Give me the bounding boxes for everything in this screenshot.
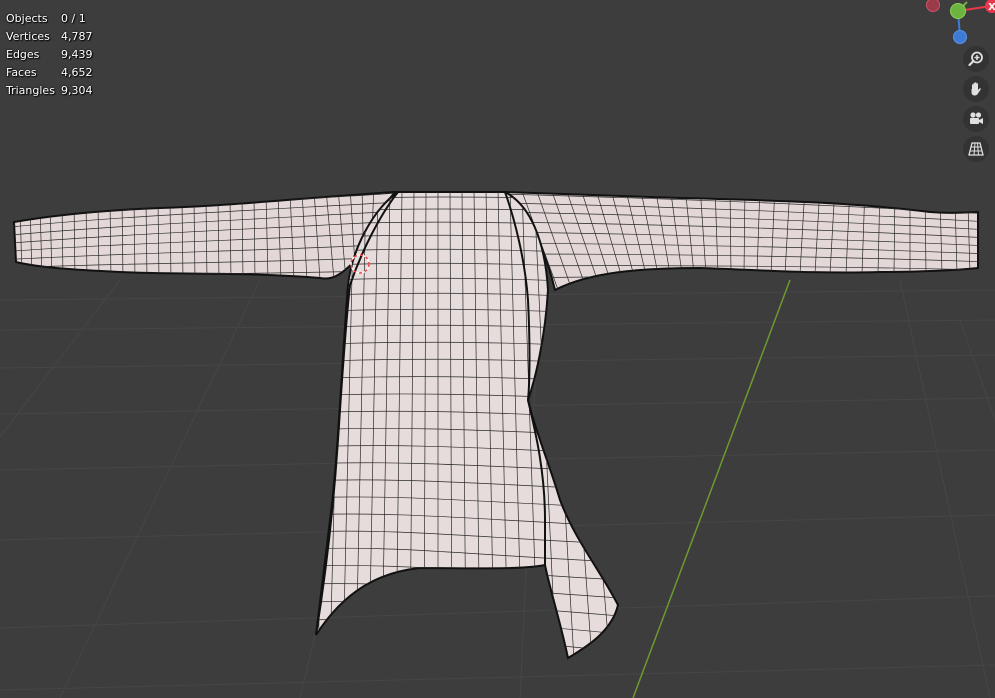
pan-button[interactable] <box>963 76 989 102</box>
gizmo-z-handle[interactable] <box>953 30 967 44</box>
navigation-tools <box>963 46 993 166</box>
perspective-grid-icon <box>968 142 984 156</box>
scene-statistics: Objects 0 / 1 Vertices 4,787 Edges 9,439… <box>6 10 93 100</box>
navigation-gizmo[interactable]: X <box>905 0 995 50</box>
stat-row-faces: Faces 4,652 <box>6 64 93 82</box>
camera-view-icon <box>970 112 983 124</box>
y-axis-line <box>632 279 791 698</box>
zoom-icon <box>968 51 983 67</box>
stat-label: Vertices <box>6 30 50 43</box>
scene-canvas[interactable] <box>0 0 995 698</box>
stat-value: 4,652 <box>61 66 93 79</box>
stat-label: Faces <box>6 66 37 79</box>
zoom-button[interactable] <box>963 46 989 72</box>
stat-row-vertices: Vertices 4,787 <box>6 28 93 46</box>
stat-row-edges: Edges 9,439 <box>6 46 93 64</box>
stat-label: Edges <box>6 48 40 61</box>
3d-viewport[interactable]: Objects 0 / 1 Vertices 4,787 Edges 9,439… <box>0 0 995 698</box>
gizmo-neg-x-handle[interactable] <box>926 0 940 12</box>
stat-label: Objects <box>6 12 48 25</box>
stat-value: 4,787 <box>61 30 93 43</box>
gizmo-y-handle[interactable] <box>950 3 966 19</box>
stat-row-triangles: Triangles 9,304 <box>6 82 93 100</box>
stat-label: Triangles <box>6 84 55 97</box>
right-sleeve-mesh <box>502 190 979 292</box>
gizmo-x-label: X <box>988 2 995 13</box>
stat-value: 9,304 <box>61 84 93 97</box>
perspective-toggle-button[interactable] <box>963 136 989 162</box>
pan-hand-icon <box>971 82 981 96</box>
stat-row-objects: Objects 0 / 1 <box>6 10 93 28</box>
left-sleeve-mesh <box>12 190 398 280</box>
stat-value: 0 / 1 <box>61 12 86 25</box>
camera-view-button[interactable] <box>963 106 989 132</box>
stat-value: 9,439 <box>61 48 93 61</box>
